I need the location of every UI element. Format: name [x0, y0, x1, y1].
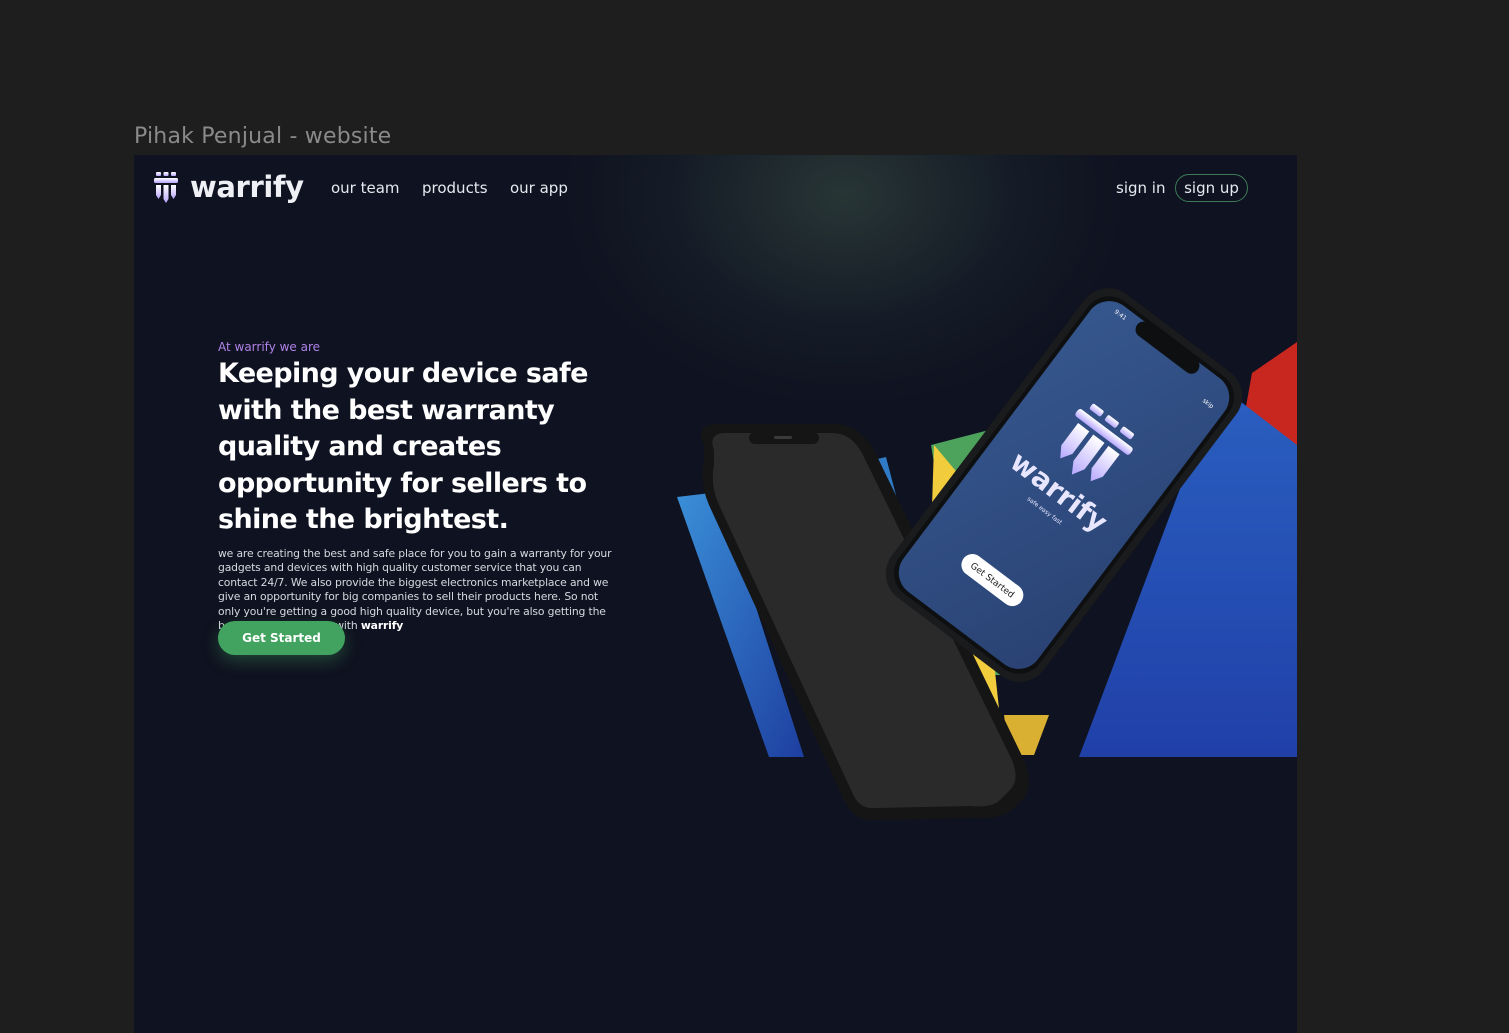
nav-link-products[interactable]: products	[422, 179, 488, 197]
frame-title: Pihak Penjual - website	[134, 124, 392, 149]
top-nav: warrify our team products our app sign i…	[134, 155, 1297, 223]
hero-eyebrow: At warrify we are	[218, 340, 321, 354]
website-frame: warrify safe easy fast 9:41 skip Get Sta…	[134, 155, 1297, 1033]
hero-content: At warrify we are Keeping your device sa…	[218, 340, 638, 634]
nav-link-our-team[interactable]: our team	[331, 179, 400, 197]
hero-description-text: we are creating the best and safe place …	[218, 546, 612, 633]
warrify-logo-icon	[154, 171, 178, 203]
sign-up-button[interactable]: sign up	[1175, 174, 1248, 202]
brand-name: warrify	[190, 170, 304, 204]
sign-in-link[interactable]: sign in	[1116, 179, 1165, 197]
get-started-button[interactable]: Get Started	[218, 621, 345, 655]
hero-headline: Keeping your device safe with the best w…	[218, 358, 588, 535]
hero-description-brand: warrify	[360, 619, 404, 633]
nav-link-our-app[interactable]: our app	[510, 179, 568, 197]
brand-logo[interactable]: warrify	[154, 170, 304, 204]
